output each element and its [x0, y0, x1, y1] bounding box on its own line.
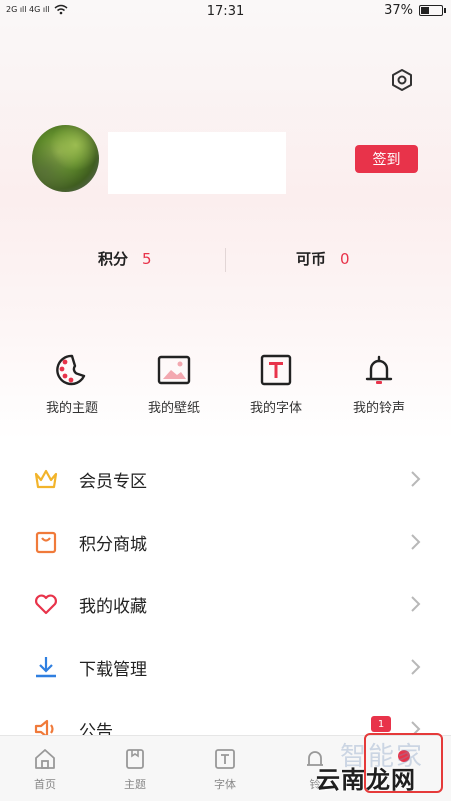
menu-item-label: 下载管理 — [79, 660, 147, 680]
quick-link-my-fonts[interactable]: 我的字体 — [226, 352, 326, 416]
stats-row: 积分 5 可币 0 — [0, 248, 451, 274]
quick-link-my-ringtones[interactable]: 我的铃声 — [329, 352, 429, 416]
chevron-right-icon — [411, 596, 421, 612]
battery-indicator: 37% — [384, 3, 446, 18]
username-area[interactable] — [108, 132, 286, 194]
points-stat[interactable]: 积分 5 — [98, 248, 152, 269]
battery-icon — [419, 5, 446, 16]
theme-palette-icon — [56, 354, 86, 386]
heart-icon — [35, 594, 57, 615]
quick-link-my-themes[interactable]: 我的主题 — [22, 352, 122, 416]
download-icon — [36, 657, 56, 678]
battery-fill — [421, 7, 430, 14]
coins-value: 0 — [340, 249, 350, 268]
quick-link-label: 我的铃声 — [352, 401, 405, 416]
avatar[interactable] — [32, 125, 99, 192]
wallpaper-image-icon — [157, 355, 191, 385]
chevron-right-icon — [411, 659, 421, 675]
quick-link-label: 我的主题 — [45, 401, 98, 416]
tab-themes[interactable]: 主题 — [90, 736, 180, 801]
menu-item-label: 我的收藏 — [79, 597, 147, 617]
coins-label: 可币 — [296, 250, 327, 268]
menu-item-favorites[interactable]: 我的收藏 — [0, 573, 451, 635]
tab-home[interactable]: 首页 — [0, 736, 90, 801]
signin-button[interactable]: 签到 — [355, 145, 418, 173]
stats-divider — [225, 248, 226, 272]
chevron-right-icon — [411, 534, 421, 550]
quick-links: 我的主题 我的壁纸 我的字体 我的铃声 — [0, 352, 451, 422]
menu-item-vip[interactable]: 会员专区 — [0, 448, 451, 510]
tab-label: 主题 — [124, 778, 146, 791]
menu-item-downloads[interactable]: 下载管理 — [0, 636, 451, 698]
tab-label: 字体 — [214, 778, 236, 791]
battery-percent: 37% — [384, 3, 413, 18]
menu-item-points-mall[interactable]: 积分商城 — [0, 511, 451, 573]
points-value: 5 — [142, 249, 152, 268]
bell-icon — [365, 355, 393, 384]
menu-item-label: 会员专区 — [79, 472, 147, 492]
highlight-box — [364, 733, 443, 793]
tab-fonts[interactable]: 字体 — [180, 736, 270, 801]
shopping-bag-icon — [35, 531, 57, 554]
theme-icon — [126, 749, 144, 769]
menu-item-label: 积分商城 — [79, 535, 147, 555]
font-icon — [215, 749, 235, 769]
quick-link-label: 我的壁纸 — [147, 401, 200, 416]
font-t-icon — [260, 354, 292, 386]
tab-label: 首页 — [34, 778, 56, 791]
home-icon — [35, 749, 55, 769]
coins-stat[interactable]: 可币 0 — [296, 248, 350, 269]
crown-icon — [34, 469, 58, 489]
quick-link-label: 我的字体 — [249, 401, 302, 416]
points-label: 积分 — [98, 250, 129, 268]
quick-link-my-wallpapers[interactable]: 我的壁纸 — [124, 352, 224, 416]
status-bar: 2G ıll 4G ıll 17:31 37% — [0, 0, 451, 24]
chevron-right-icon — [411, 471, 421, 487]
settings-hexagon-icon[interactable] — [390, 68, 414, 92]
